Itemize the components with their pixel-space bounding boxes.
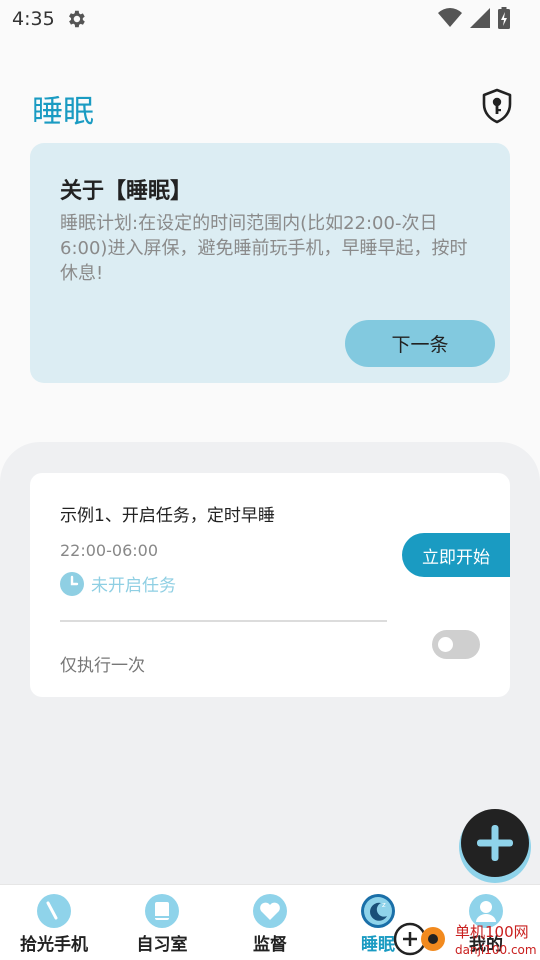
svg-text:z: z — [382, 901, 386, 909]
status-bar: 4:35 — [0, 0, 540, 38]
status-indicators — [438, 7, 510, 29]
phone-clock-icon — [37, 894, 71, 928]
heart-icon — [253, 894, 287, 928]
next-tip-button[interactable]: 下一条 — [345, 320, 495, 367]
nav-item-supervise[interactable]: 监督 — [220, 885, 320, 960]
page-title: 睡眠 — [32, 94, 94, 130]
nav-label: 拾光手机 — [20, 935, 88, 955]
shield-key-icon[interactable] — [481, 88, 513, 124]
svg-text:danji100.com: danji100.com — [455, 943, 537, 957]
toggle-knob — [438, 637, 453, 652]
task-enable-toggle[interactable] — [432, 630, 480, 659]
task-status: 未开启任务 — [91, 576, 176, 596]
task-card[interactable]: 示例1、开启任务，定时早睡 22:00-06:00 未开启任务 仅执行一次 — [30, 473, 510, 697]
task-time-range: 22:00-06:00 — [60, 541, 158, 560]
task-status-row: 未开启任务 — [60, 571, 176, 596]
task-repeat-mode: 仅执行一次 — [60, 656, 145, 676]
wifi-icon — [438, 8, 462, 27]
about-card: 关于【睡眠】 睡眠计划:在设定的时间范围内(比如22:00-次日6:00)进入屏… — [30, 143, 510, 383]
add-task-button[interactable] — [458, 806, 532, 884]
clock-icon — [60, 571, 84, 596]
nav-item-phone[interactable]: 拾光手机 — [4, 885, 104, 960]
svg-text:单机100网: 单机100网 — [455, 923, 529, 941]
nav-label: 监督 — [253, 935, 287, 955]
watermark-logo: 单机100网 danji100.com — [393, 922, 537, 957]
battery-icon — [498, 7, 510, 29]
divider — [60, 620, 387, 622]
task-title: 示例1、开启任务，定时早睡 — [60, 506, 275, 526]
book-icon — [145, 894, 179, 928]
nav-item-study-room[interactable]: 自习室 — [112, 885, 212, 960]
settings-gear-icon — [68, 10, 85, 28]
status-time: 4:35 — [12, 8, 55, 30]
start-now-button[interactable]: 立即开始 — [402, 533, 510, 577]
nav-label: 自习室 — [136, 935, 188, 955]
about-description: 睡眠计划:在设定的时间范围内(比如22:00-次日6:00)进入屏保，避免睡前玩… — [60, 213, 468, 284]
signal-icon — [470, 8, 490, 28]
about-title: 关于【睡眠】 — [60, 179, 193, 204]
moon-icon: z — [361, 894, 395, 928]
